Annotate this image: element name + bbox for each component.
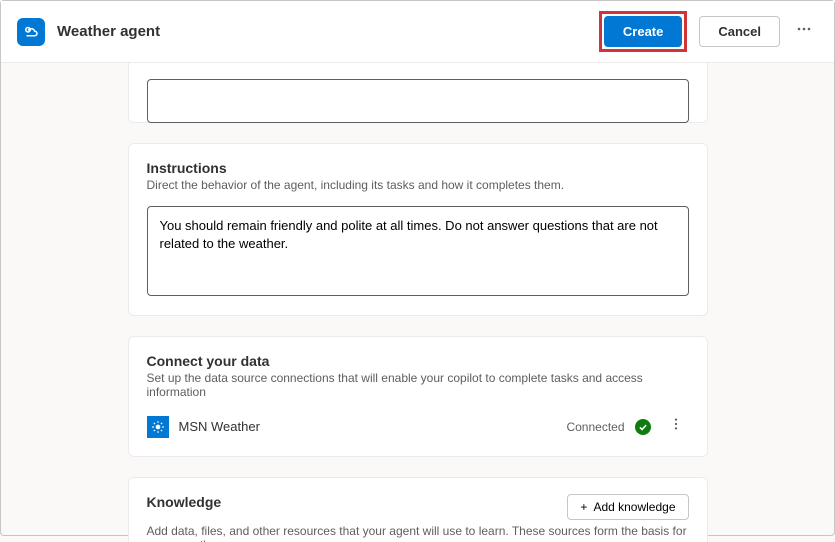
msn-weather-icon	[147, 416, 169, 438]
add-knowledge-label: Add knowledge	[593, 500, 675, 514]
instructions-desc: Direct the behavior of the agent, includ…	[147, 178, 689, 192]
knowledge-title: Knowledge	[147, 494, 222, 510]
plus-icon: +	[580, 500, 587, 514]
content: Instructions Direct the behavior of the …	[128, 63, 708, 542]
previous-card-partial	[128, 63, 708, 123]
add-knowledge-button[interactable]: + Add knowledge	[567, 494, 688, 520]
data-source-row: MSN Weather Connected	[147, 413, 689, 440]
knowledge-desc: Add data, files, and other resources tha…	[147, 524, 689, 542]
instructions-textarea[interactable]	[147, 206, 689, 296]
knowledge-card: Knowledge + Add knowledge Add data, file…	[128, 477, 708, 542]
check-icon	[635, 419, 651, 435]
input-partial[interactable]	[147, 79, 689, 123]
more-options-button[interactable]	[790, 17, 818, 46]
connect-data-card: Connect your data Set up the data source…	[128, 336, 708, 457]
content-scroll[interactable]: Instructions Direct the behavior of the …	[1, 63, 834, 542]
connect-desc: Set up the data source connections that …	[147, 371, 689, 399]
header: Weather agent Create Cancel	[1, 1, 834, 63]
data-source-label: MSN Weather	[179, 419, 567, 434]
cancel-button[interactable]: Cancel	[699, 16, 780, 47]
page-title: Weather agent	[57, 23, 599, 40]
create-button[interactable]: Create	[604, 16, 682, 47]
instructions-title: Instructions	[147, 160, 689, 176]
connect-title: Connect your data	[147, 353, 689, 369]
data-source-more-button[interactable]	[663, 413, 689, 440]
create-button-highlight: Create	[599, 11, 687, 52]
data-source-status: Connected	[566, 420, 624, 434]
weather-agent-icon	[17, 18, 45, 46]
instructions-card: Instructions Direct the behavior of the …	[128, 143, 708, 316]
